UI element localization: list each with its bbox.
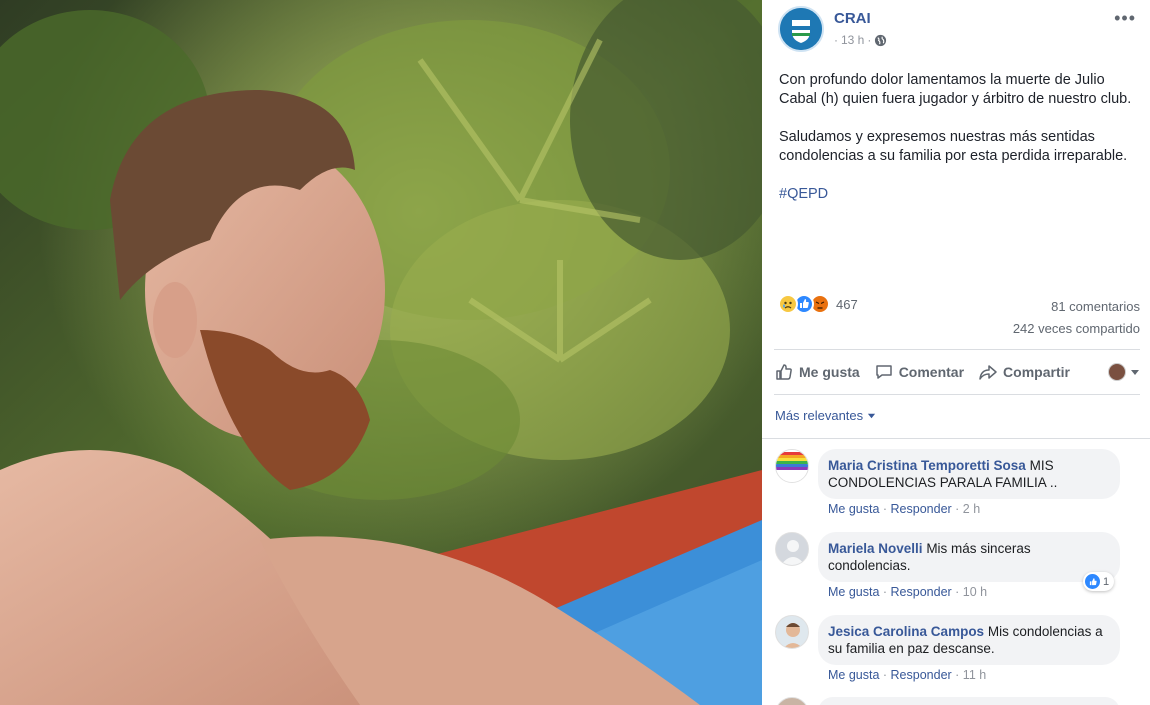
comment-bubble (818, 697, 1120, 705)
thumbs-up-icon (776, 364, 792, 380)
comment-like-link[interactable]: Me gusta (828, 668, 879, 682)
page-avatar[interactable] (778, 6, 824, 52)
comment-bubble: Maria Cristina Temporetti Sosa MIS CONDO… (818, 449, 1120, 499)
post-meta: · 13 h · (834, 33, 887, 47)
comment-time[interactable]: 11 h (963, 668, 986, 682)
comment-actions: Me gusta · Responder · 10 h (828, 585, 988, 599)
post-header: CRAI · 13 h · ••• (778, 6, 1140, 54)
user-avatar (1108, 363, 1126, 381)
post-paragraph-2: Saludamos y expresemos nuestras más sent… (779, 129, 1128, 164)
post-photo[interactable] (0, 0, 762, 705)
sad-reaction-icon (778, 294, 798, 314)
commenter-avatar-image (776, 616, 808, 648)
comment-reply-link[interactable]: Responder (891, 668, 952, 682)
comment-reply-link[interactable]: Responder (891, 585, 952, 599)
comment-like-link[interactable]: Me gusta (828, 502, 879, 516)
commenter-name[interactable]: Maria Cristina Temporetti Sosa (828, 458, 1026, 473)
comment-like-badge[interactable]: 1 (1083, 572, 1115, 591)
comment-actions: Me gusta · Responder · 2 h (828, 502, 981, 516)
share-arrow-icon (979, 365, 997, 380)
share-count[interactable]: 242 veces compartido (1013, 318, 1140, 340)
commenter-avatar-image (776, 450, 808, 482)
post-text: Con profundo dolor lamentamos la muerte … (779, 71, 1134, 223)
more-options-icon[interactable]: ••• (1114, 8, 1136, 29)
photo-man-by-pool (0, 0, 762, 705)
comment-count[interactable]: 81 comentarios (1013, 296, 1140, 318)
comment-time[interactable]: 2 h (963, 502, 980, 516)
comment-sort-dropdown[interactable]: Más relevantes (775, 408, 876, 423)
comment-actions: Me gusta · Responder · 11 h (828, 668, 987, 682)
share-button[interactable]: Compartir (978, 362, 1070, 382)
globe-icon (875, 34, 887, 46)
like-button[interactable]: Me gusta (774, 362, 860, 382)
post-stats: 81 comentarios 242 veces compartido (1013, 296, 1140, 340)
comment-icon (875, 365, 892, 379)
sort-label: Más relevantes (775, 408, 864, 423)
comment-button[interactable]: Comentar (874, 362, 964, 382)
commenter-name[interactable]: Mariela Novelli (828, 541, 923, 556)
comment-like-link[interactable]: Me gusta (828, 585, 879, 599)
divider (762, 438, 1150, 439)
post-actions-bar: Me gusta Comentar Compartir (774, 352, 1140, 392)
post-paragraph-1: Con profundo dolor lamentamos la muerte … (779, 72, 1132, 107)
caret-down-icon (868, 413, 876, 419)
share-label: Compartir (1003, 364, 1070, 380)
comment-label: Comentar (898, 364, 965, 380)
default-profile-icon (776, 533, 808, 565)
comment-bubble: Jesica Carolina Campos Mis condolencias … (818, 615, 1120, 665)
comment-time[interactable]: 10 h (963, 585, 987, 599)
commenter-avatar[interactable] (775, 697, 809, 705)
crai-logo-icon (780, 8, 822, 50)
comment-like-count: 1 (1103, 575, 1110, 588)
hashtag-link[interactable]: #QEPD (779, 186, 828, 202)
commenter-avatar[interactable] (775, 532, 809, 566)
meta-separator: · (834, 33, 838, 47)
post-panel: CRAI · 13 h · ••• Con profundo dolor lam… (762, 0, 1150, 705)
reaction-count: 467 (836, 296, 858, 312)
comment-reply-link[interactable]: Responder (891, 502, 952, 516)
divider (774, 394, 1140, 395)
page-name[interactable]: CRAI (834, 10, 871, 27)
like-reaction-icon (1085, 574, 1100, 589)
commenter-avatar[interactable] (775, 615, 809, 649)
commenter-name[interactable]: Jesica Carolina Campos (828, 624, 984, 639)
post-as-selector[interactable] (1108, 363, 1140, 381)
commenter-avatar[interactable] (775, 449, 809, 483)
divider (774, 349, 1140, 350)
meta-separator: · (867, 33, 872, 47)
post-time[interactable]: 13 h (841, 33, 864, 47)
caret-down-icon (1131, 370, 1139, 375)
comment-bubble: Mariela Novelli Mis más sinceras condole… (818, 532, 1120, 582)
like-label: Me gusta (799, 364, 860, 380)
reactions-summary[interactable]: 467 (778, 293, 858, 315)
